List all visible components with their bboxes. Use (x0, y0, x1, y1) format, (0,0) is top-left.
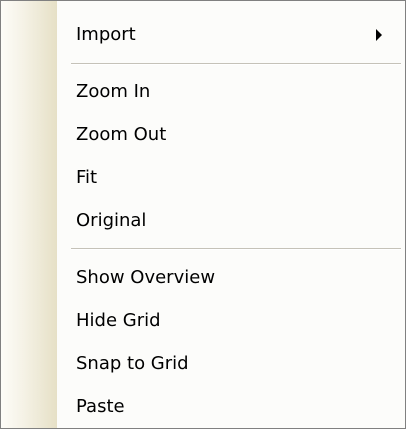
menu-item-snap-to-grid-label: Snap to Grid (76, 353, 189, 374)
menu-item-hide-grid-label: Hide Grid (76, 310, 161, 331)
menu-item-import-label: Import (76, 24, 136, 45)
menu-item-fit[interactable]: Fit (1, 160, 405, 196)
menu-item-paste[interactable]: Paste (1, 389, 405, 425)
menu-item-original-label: Original (76, 210, 147, 231)
menu-item-fit-label: Fit (76, 167, 98, 188)
menu-item-import[interactable]: Import (1, 17, 405, 53)
menu-item-show-overview-label: Show Overview (76, 267, 216, 288)
menu-item-show-overview[interactable]: Show Overview (1, 260, 405, 296)
menu-item-paste-label: Paste (76, 396, 125, 417)
menu-separator (71, 248, 401, 250)
menu-item-original[interactable]: Original (1, 203, 405, 239)
menu-separator (71, 63, 401, 65)
menu-item-hide-grid[interactable]: Hide Grid (1, 303, 405, 339)
menu-item-zoom-out[interactable]: Zoom Out (1, 117, 405, 153)
menu-item-zoom-in-label: Zoom In (76, 81, 151, 102)
submenu-arrow-icon (376, 29, 382, 41)
menu-item-zoom-in[interactable]: Zoom In (1, 74, 405, 110)
menu-item-snap-to-grid[interactable]: Snap to Grid (1, 346, 405, 382)
menu-item-zoom-out-label: Zoom Out (76, 124, 167, 145)
context-menu: Import Zoom In Zoom Out Fit Original Sho… (0, 0, 406, 429)
